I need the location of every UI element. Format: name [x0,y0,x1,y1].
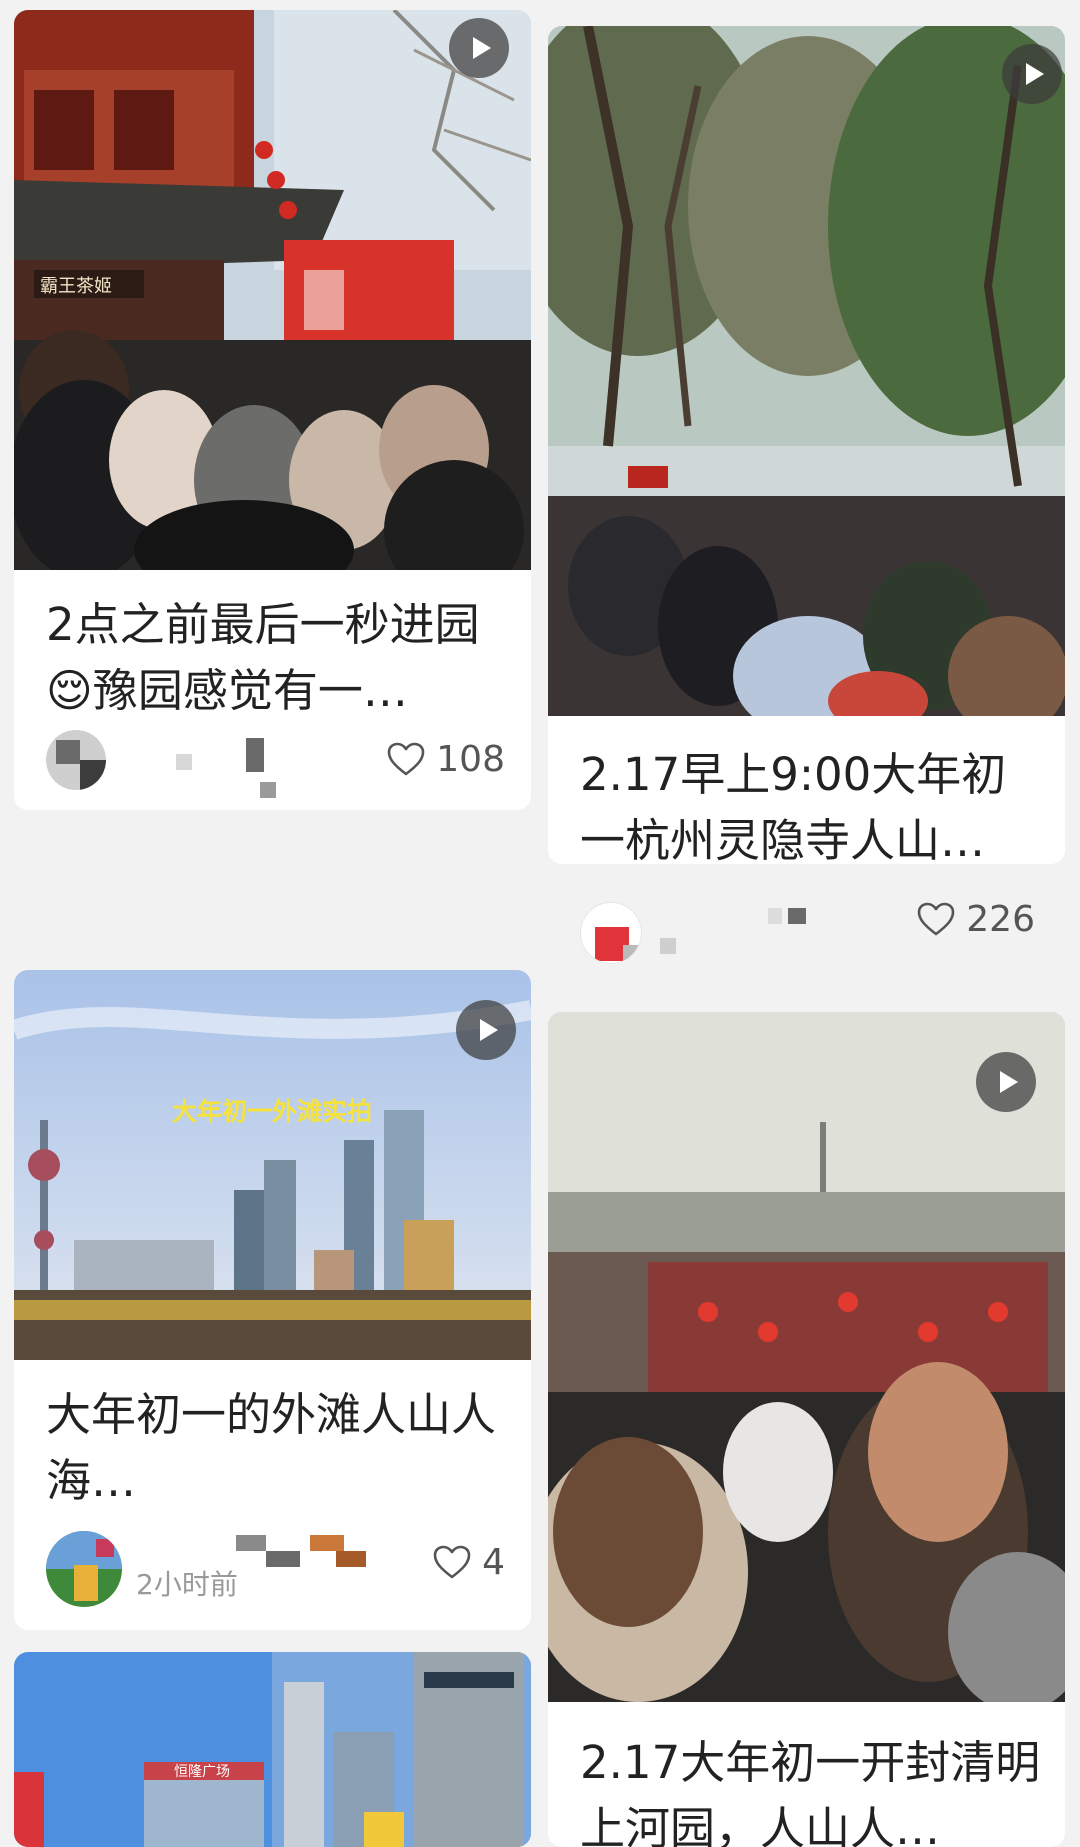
note-card[interactable]: 恒隆广场 [14,1652,531,1847]
like-count: 226 [966,898,1035,940]
note-title[interactable]: 2.17早上9:00大年初一杭州灵隐寺人山… [580,742,1045,864]
note-card[interactable]: 2.17大年初一开封清明上河园，人山人… [548,1012,1065,1847]
post-time: 2小时前 [136,1568,238,1601]
note-meta: 2小时前 4 [46,1531,505,1607]
note-cover-image[interactable] [548,26,1065,716]
like-count: 108 [436,738,505,780]
author-name-blurred [660,898,820,958]
note-title[interactable]: 大年初一的外滩人山人海… [46,1382,505,1514]
note-card[interactable]: 霸王茶姬 2点之前最后一秒进园😌豫园感觉有一… 108 [14,10,531,810]
shop-sign-text: 霸王茶姬 [40,276,112,297]
note-cover-image[interactable]: 恒隆广场 [14,1652,531,1847]
author-avatar[interactable] [46,730,106,790]
play-icon [456,1000,516,1060]
heart-outline-icon [387,742,425,776]
note-cover-image[interactable] [548,1012,1065,1702]
note-meta: 226 [580,898,1035,968]
note-card[interactable]: 大年初一外滩实拍 大年初一的外滩人山人海… 2小时前 4 [14,970,531,1630]
play-icon [976,1052,1036,1112]
author-name-blurred [176,738,296,798]
note-cover-image[interactable]: 大年初一外滩实拍 [14,970,531,1360]
author-avatar[interactable] [580,902,642,964]
heart-outline-icon [433,1545,471,1579]
play-icon [449,18,509,78]
like-button[interactable]: 4 [432,1537,505,1587]
note-meta: 108 [46,726,505,798]
note-cover-image[interactable]: 霸王茶姬 [14,10,531,570]
heart-outline-icon [917,902,955,936]
like-button[interactable]: 108 [386,734,505,784]
building-sign-text: 恒隆广场 [174,1764,230,1780]
note-title[interactable]: 2.17大年初一开封清明上河园，人山人… [580,1730,1045,1847]
like-count: 4 [482,1541,505,1583]
author-avatar[interactable] [46,1531,122,1607]
note-card[interactable]: 2.17早上9:00大年初一杭州灵隐寺人山… [548,26,1065,864]
video-caption-text: 大年初一外滩实拍 [172,1097,372,1126]
play-icon [1002,44,1062,104]
waterfall-feed: 霸王茶姬 2点之前最后一秒进园😌豫园感觉有一… 108 2.17早上9:00大年… [0,0,1080,1847]
note-title[interactable]: 2点之前最后一秒进园😌豫园感觉有一… [46,592,505,724]
author-name-blurred [236,1535,366,1575]
like-button[interactable]: 226 [916,894,1035,944]
